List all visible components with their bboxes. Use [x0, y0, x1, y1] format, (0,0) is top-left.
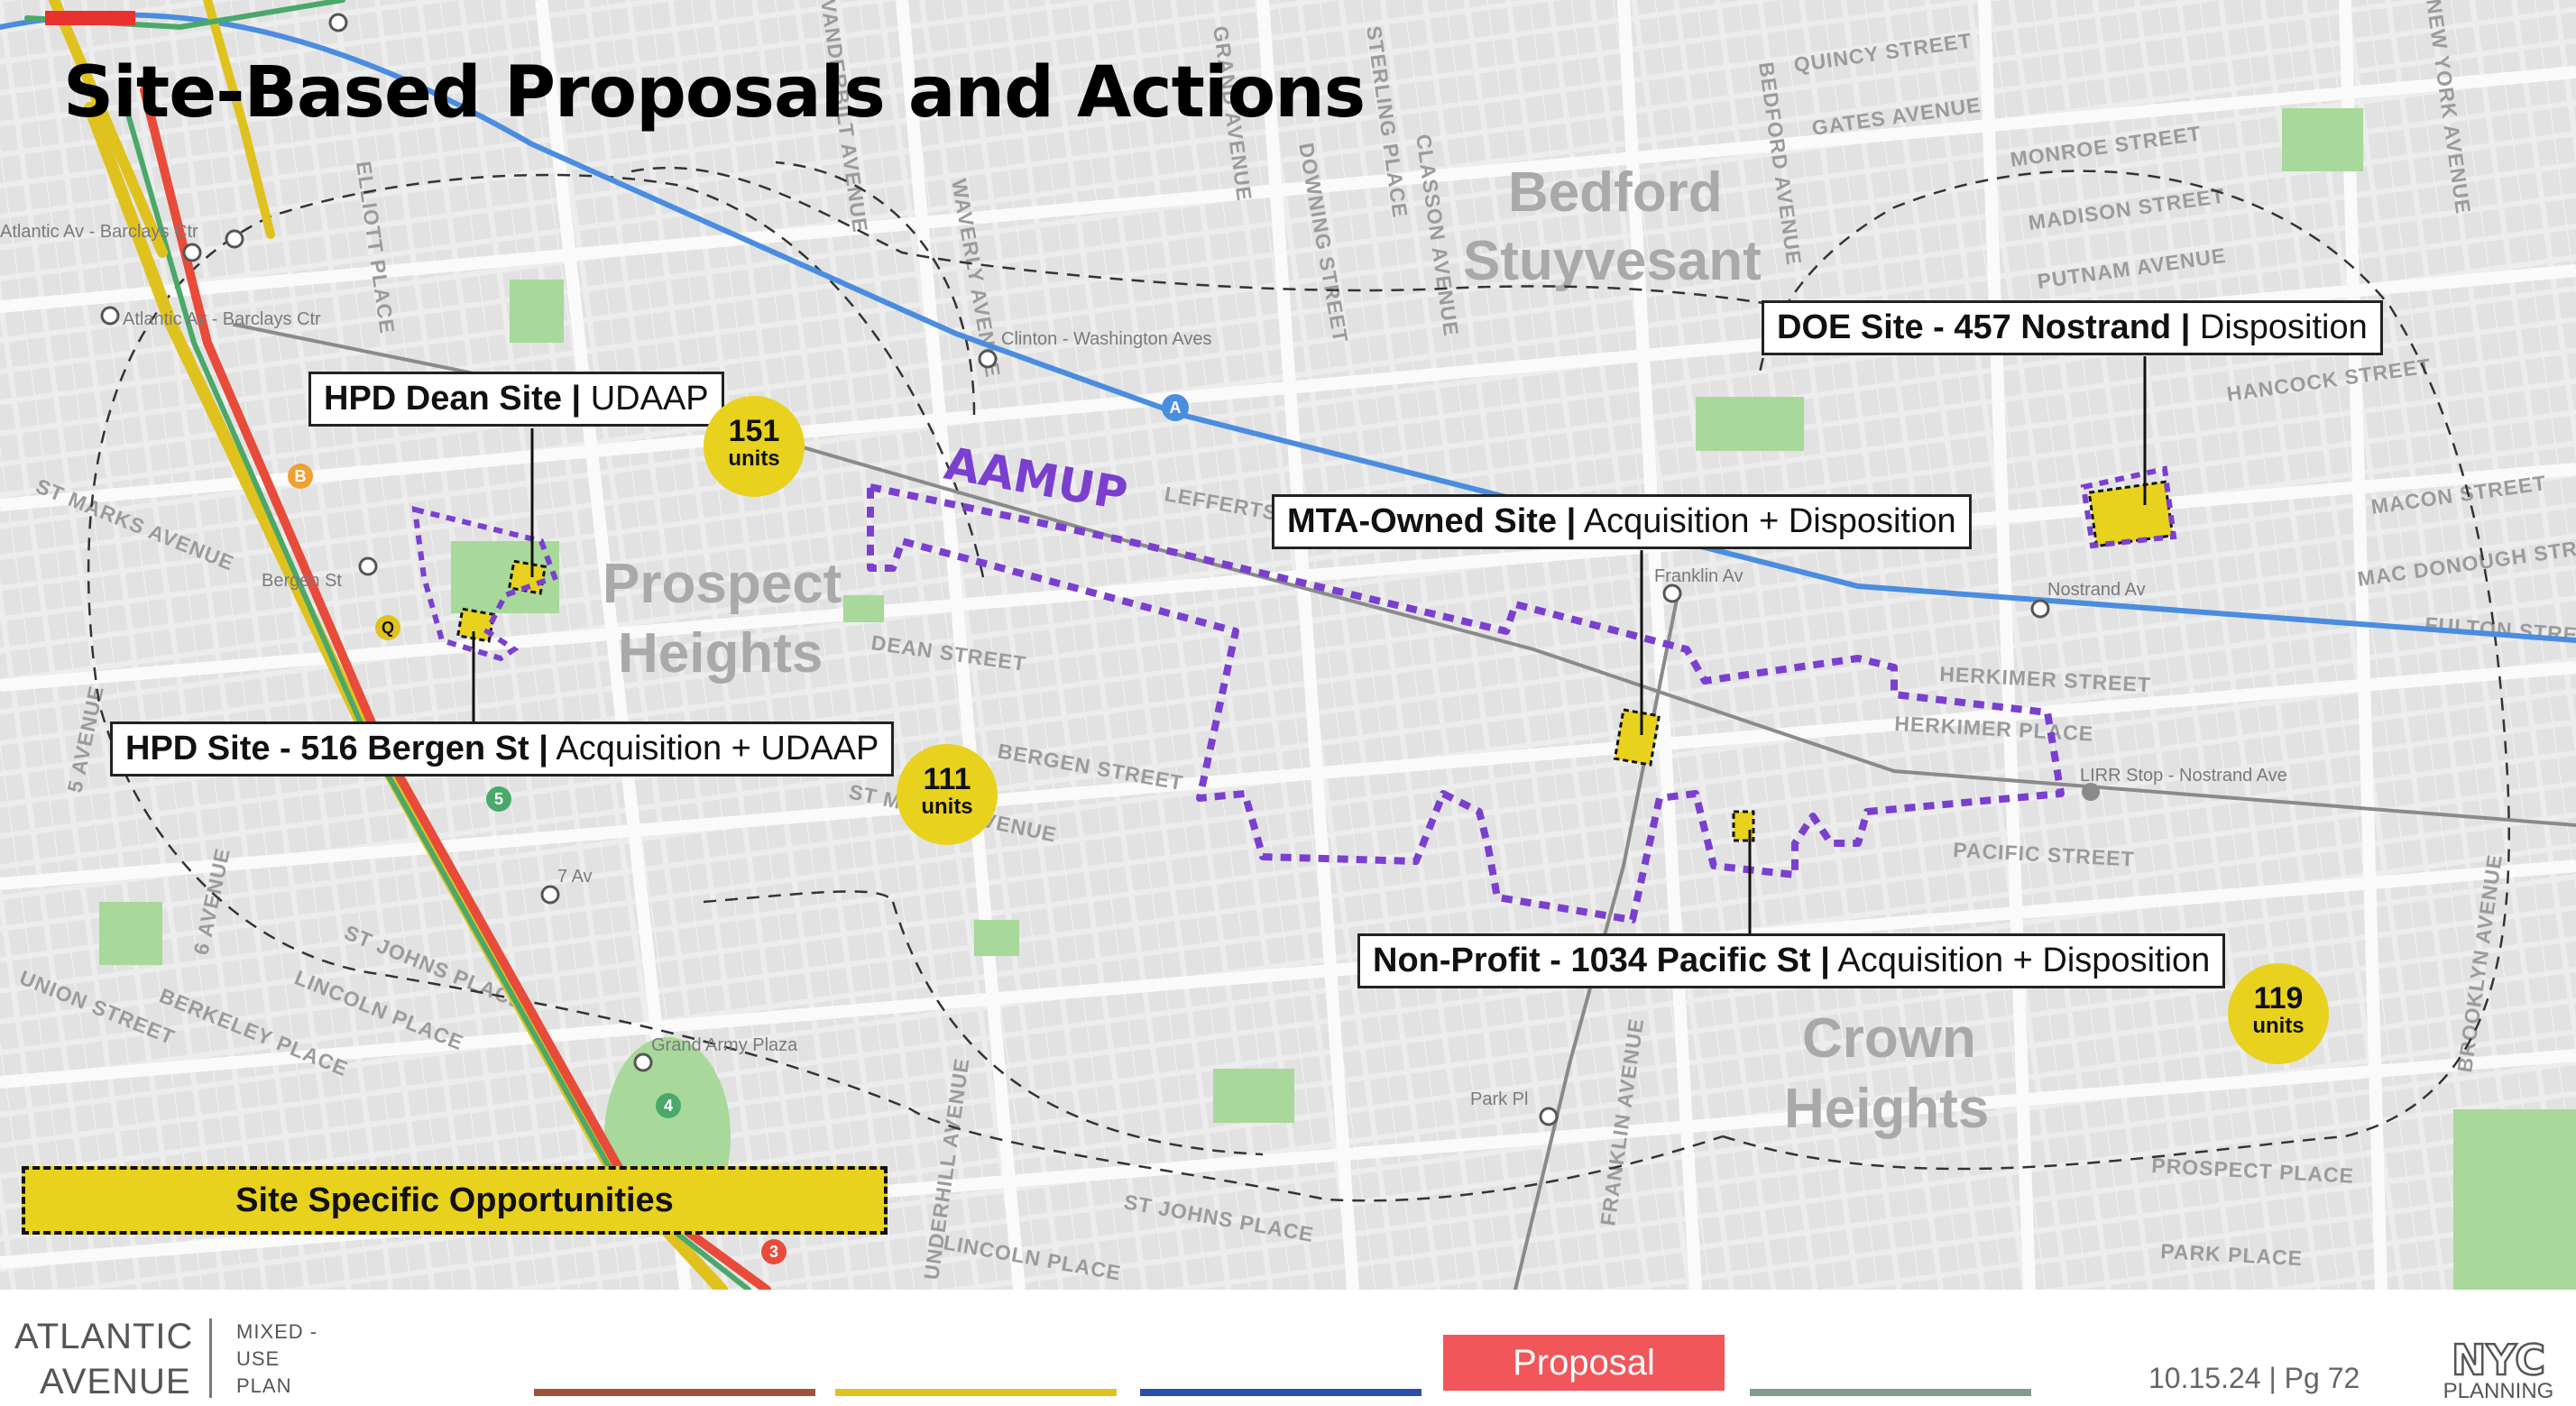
svg-text:Bedford: Bedford: [1508, 161, 1723, 224]
progress-step-2: [835, 1389, 1117, 1396]
svg-text:Atlantic Av - Barclays Ctr: Atlantic Av - Barclays Ctr: [123, 309, 321, 329]
svg-text:PLANNING: PLANNING: [2443, 1379, 2554, 1401]
plan-line-3: PLAN: [236, 1374, 292, 1397]
svg-text:Atlantic Av - Barclays Ctr: Atlantic Av - Barclays Ctr: [0, 222, 198, 242]
lirr-stop-marker: [2082, 783, 2100, 801]
svg-text:NYC: NYC: [2452, 1337, 2545, 1384]
svg-text:7 Av: 7 Av: [557, 867, 593, 887]
neighborhood-map: QUINCY STREET GATES AVENUE MONROE STREET…: [0, 0, 2576, 1290]
page-number: 72: [2327, 1362, 2360, 1394]
page-label: | Pg: [2268, 1362, 2320, 1394]
footer-date: 10.15.24: [2148, 1362, 2261, 1394]
progress-step-proposal: Proposal: [1443, 1335, 1725, 1391]
svg-text:Heights: Heights: [618, 622, 823, 685]
svg-text:Grand Army Plaza: Grand Army Plaza: [651, 1035, 798, 1055]
callout-doe-457-nostrand: DOE Site - 457 Nostrand | Disposition: [1762, 300, 2383, 355]
brand-line-2: AVENUE: [40, 1362, 191, 1401]
brand-line-1: ATLANTIC: [14, 1317, 194, 1356]
callout-hpd-dean: HPD Dean Site | UDAAP: [308, 372, 724, 427]
legend-site-specific-opportunities: Site Specific Opportunities: [22, 1166, 888, 1235]
svg-text:Bergen St: Bergen St: [262, 571, 342, 591]
callout-mta-owned: MTA-Owned Site | Acquisition + Dispositi…: [1272, 494, 1972, 549]
svg-text:B: B: [295, 467, 307, 485]
svg-text:Heights: Heights: [1784, 1078, 1989, 1140]
svg-text:Stuyvesant: Stuyvesant: [1463, 230, 1762, 292]
svg-text:Franklin Av: Franklin Av: [1654, 566, 1743, 586]
progress-step-5: [1750, 1389, 2031, 1396]
svg-text:Prospect: Prospect: [603, 553, 842, 615]
callout-nonprofit-1034-pacific: Non-Profit - 1034 Pacific St | Acquisiti…: [1357, 933, 2226, 988]
svg-text:Park Pl: Park Pl: [1470, 1089, 1528, 1109]
svg-text:Clinton - Washington Aves: Clinton - Washington Aves: [1001, 329, 1211, 349]
units-badge-111: 111 units: [897, 744, 998, 845]
svg-text:3: 3: [769, 1243, 778, 1261]
brand-separator: [209, 1319, 212, 1398]
svg-text:Crown: Crown: [1802, 1007, 1976, 1070]
svg-text:5: 5: [494, 790, 503, 808]
callout-hpd-516-bergen: HPD Site - 516 Bergen St | Acquisition +…: [110, 721, 895, 777]
svg-text:4: 4: [664, 1097, 673, 1115]
plan-line-1: MIXED -: [236, 1320, 318, 1343]
svg-text:Q: Q: [382, 619, 394, 637]
svg-text:A: A: [1170, 399, 1182, 417]
units-badge-119: 119 units: [2228, 963, 2329, 1064]
progress-step-3: [1140, 1389, 1421, 1396]
accent-bar: [45, 11, 135, 25]
progress-step-1: [534, 1389, 815, 1396]
svg-text:Nostrand Av: Nostrand Av: [2047, 580, 2146, 600]
units-badge-151: 151 units: [704, 396, 805, 497]
nyc-planning-logo: NYC PLANNING: [2443, 1337, 2554, 1401]
page-title: Site-Based Proposals and Actions: [63, 52, 1366, 133]
footer: ATLANTIC AVENUE MIXED - USE PLAN Proposa…: [0, 1290, 2576, 1406]
plan-line-2: USE: [236, 1347, 281, 1370]
page-footer-info: 10.15.24 | Pg 72: [2148, 1362, 2360, 1395]
svg-text:LIRR Stop - Nostrand Ave: LIRR Stop - Nostrand Ave: [2080, 766, 2287, 786]
